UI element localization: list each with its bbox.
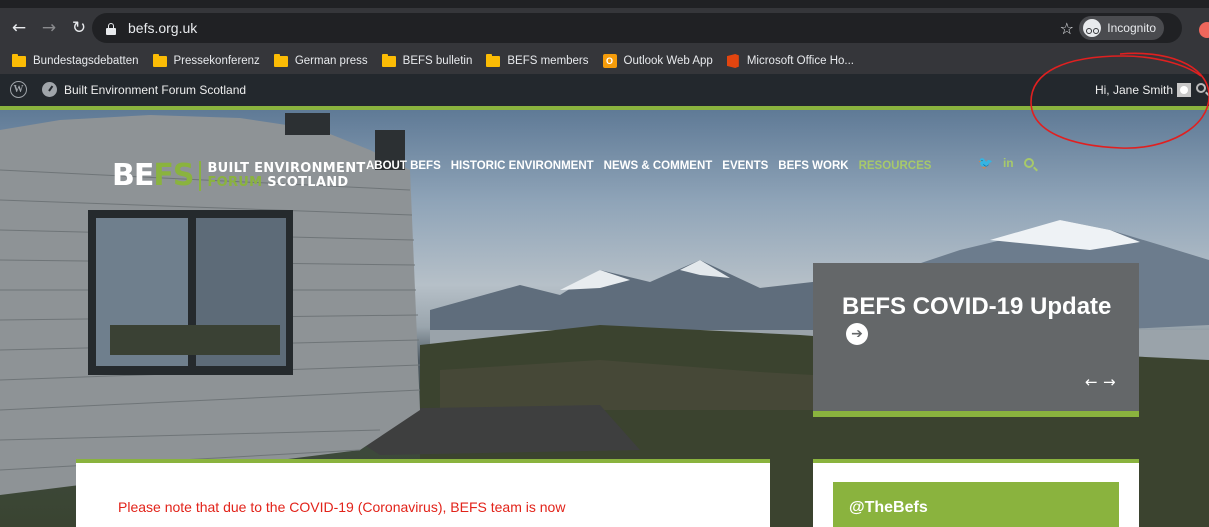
annotation-circle [1030, 52, 1209, 149]
bookmark-outlook-web-app[interactable]: O Outlook Web App [602, 54, 713, 68]
twitter-feed-heading[interactable]: @TheBefs [833, 482, 1119, 527]
bookmark-german-press[interactable]: German press [273, 53, 368, 67]
slider-prev-icon[interactable]: ← [1085, 373, 1098, 391]
reload-icon[interactable]: ↻ [68, 17, 90, 39]
slider-next-icon[interactable]: → [1103, 373, 1116, 391]
featured-accent-bar [813, 411, 1139, 417]
outlook-icon: O [602, 54, 617, 68]
main-content-card: Please note that due to the COVID-19 (Co… [76, 459, 770, 527]
logo-wordmark: BEFS [112, 158, 194, 193]
nav-resources[interactable]: RESOURCES [859, 160, 932, 172]
incognito-icon [1083, 19, 1102, 37]
office-icon [726, 54, 739, 68]
social-links: 🐦 in [978, 156, 1034, 170]
hero-banner: BEFS BUILT ENVIRONMENT FORUM SCOTLAND AB… [0, 110, 1209, 527]
bookmark-bundestagsdebatten[interactable]: Bundestagsdebatten [12, 53, 139, 67]
featured-post-card[interactable]: BEFS COVID-19 Update ➔ ← → [813, 263, 1139, 411]
bookmark-befs-members[interactable]: BEFS members [486, 53, 589, 67]
folder-icon [152, 53, 167, 67]
bookmark-label: German press [294, 55, 368, 67]
covid-notice: Please note that due to the COVID-19 (Co… [118, 499, 566, 515]
search-icon[interactable] [1023, 158, 1034, 168]
bookmark-befs-bulletin[interactable]: BEFS bulletin [381, 53, 473, 67]
star-icon[interactable]: ☆ [1060, 19, 1074, 38]
sidebar-card: @TheBefs [813, 459, 1139, 527]
logo-tagline: BUILT ENVIRONMENT FORUM SCOTLAND [207, 160, 366, 190]
nav-befs-work[interactable]: BEFS WORK [778, 160, 848, 172]
folder-icon [486, 53, 501, 67]
folder-icon [12, 53, 26, 67]
nav-historic-environment[interactable]: HISTORIC ENVIRONMENT [451, 160, 594, 172]
twitter-icon[interactable]: 🐦 [978, 156, 993, 170]
nav-events[interactable]: EVENTS [722, 160, 768, 172]
bookmark-label: Pressekonferenz [173, 55, 260, 67]
bookmark-microsoft-office[interactable]: Microsoft Office Ho... [726, 54, 854, 68]
back-icon[interactable]: ← [8, 17, 30, 39]
dashboard-icon[interactable] [42, 82, 57, 97]
bookmark-label: Outlook Web App [623, 55, 713, 67]
nav-news-comment[interactable]: NEWS & COMMENT [604, 160, 713, 172]
logo-divider [199, 160, 202, 191]
lock-icon [106, 22, 116, 35]
bookmark-label: Microsoft Office Ho... [746, 55, 854, 67]
bookmark-label: Bundestagsdebatten [33, 55, 139, 67]
bookmark-label: BEFS members [507, 55, 589, 67]
site-logo[interactable]: BEFS BUILT ENVIRONMENT FORUM SCOTLAND [112, 158, 366, 193]
main-navigation: ABOUT BEFS HISTORIC ENVIRONMENT NEWS & C… [366, 160, 941, 172]
admin-site-name[interactable]: Built Environment Forum Scotland [64, 83, 246, 97]
linkedin-icon[interactable]: in [1003, 156, 1014, 170]
forward-icon[interactable]: → [38, 17, 60, 39]
folder-icon [273, 53, 288, 67]
url-text: befs.org.uk [128, 20, 198, 36]
featured-post-title[interactable]: BEFS COVID-19 Update [842, 293, 1111, 321]
arrow-circle-right-icon[interactable]: ➔ [846, 323, 868, 345]
incognito-badge[interactable]: Incognito [1079, 16, 1164, 40]
browser-toolbar: ← → ↻ befs.org.uk ☆ Incognito [0, 8, 1209, 48]
address-bar[interactable]: befs.org.uk ☆ Incognito [92, 13, 1182, 43]
folder-icon [381, 53, 396, 67]
tab-strip [0, 0, 1209, 8]
bookmark-pressekonferenz[interactable]: Pressekonferenz [152, 53, 260, 67]
bookmark-label: BEFS bulletin [402, 55, 473, 67]
profile-avatar-icon[interactable] [1199, 22, 1209, 38]
nav-about-befs[interactable]: ABOUT BEFS [366, 160, 441, 172]
wordpress-icon[interactable]: W [10, 81, 27, 98]
incognito-label: Incognito [1107, 21, 1156, 35]
